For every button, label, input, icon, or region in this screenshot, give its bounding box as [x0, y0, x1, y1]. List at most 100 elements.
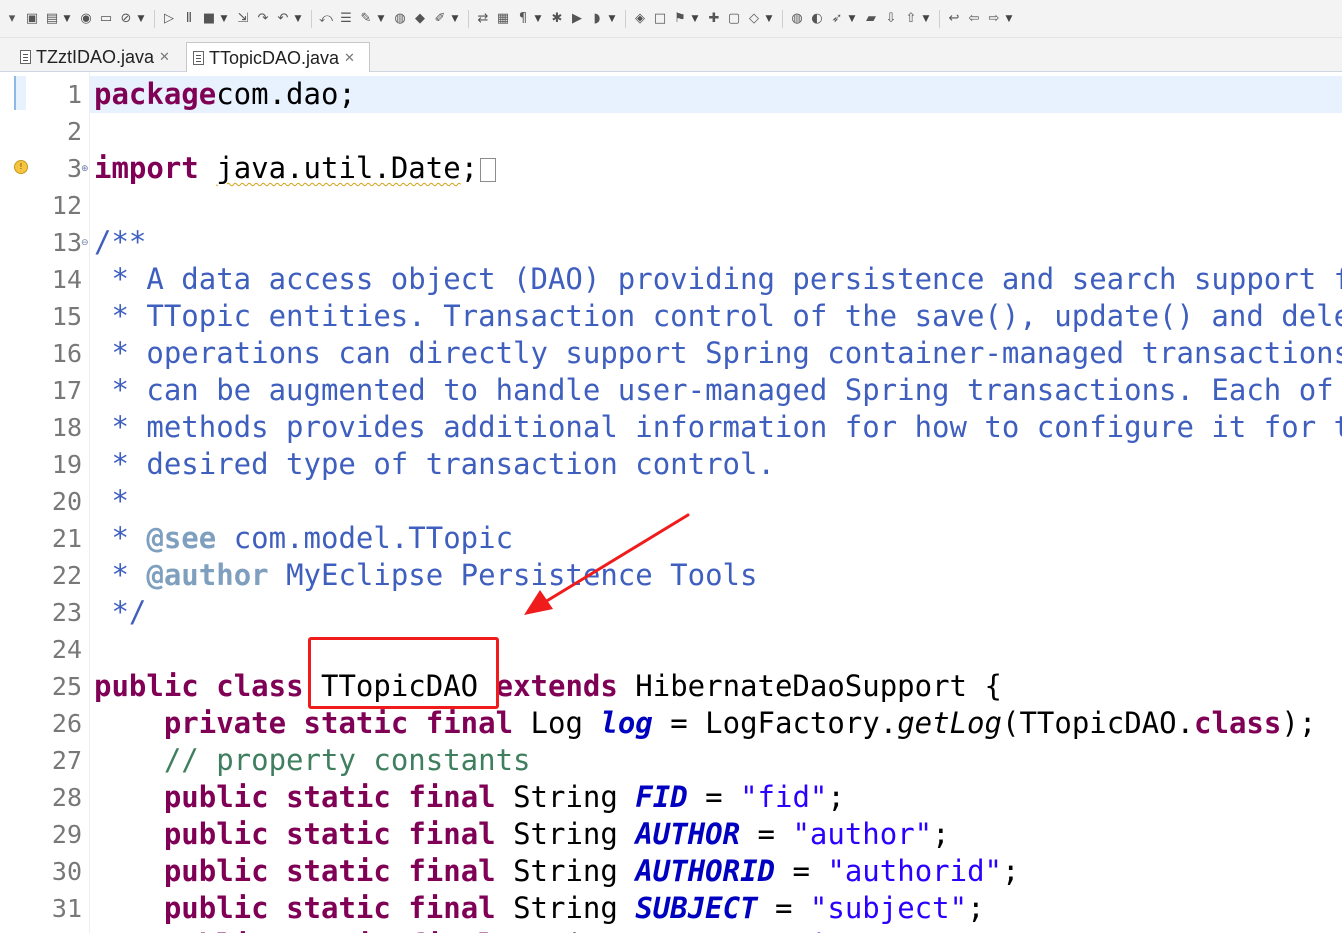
tab-tzztidao[interactable]: TZztIDAO.java ✕ — [14, 42, 184, 72]
run-as-icon[interactable]: ◗ — [587, 9, 607, 29]
code-line[interactable]: 31 public static final String SUBJECT = … — [0, 890, 1342, 927]
dropdown-arrow-icon[interactable]: ▼ — [376, 9, 386, 29]
collapse-fold-icon[interactable]: ⊖ — [81, 239, 89, 248]
compare-icon[interactable]: ⇄ — [473, 9, 493, 29]
terminate-icon[interactable]: ■ — [199, 9, 219, 29]
code-line[interactable]: 14 * A data access object (DAO) providin… — [0, 261, 1342, 298]
external-tools-icon[interactable]: ⚑ — [670, 9, 690, 29]
java-file-icon — [20, 50, 31, 64]
dropdown-arrow-icon[interactable]: ▼ — [921, 9, 931, 29]
folded-imports-box[interactable] — [480, 158, 497, 182]
close-icon[interactable]: ✕ — [159, 49, 170, 65]
code-line[interactable]: 18 * methods provides additional informa… — [0, 409, 1342, 446]
code-token: ; — [932, 817, 950, 851]
code-token: public — [163, 817, 269, 851]
forward-icon[interactable]: ⇨ — [984, 9, 1004, 29]
code-line[interactable]: 2 — [0, 113, 1342, 150]
save-icon[interactable]: ▣ — [22, 9, 42, 29]
close-icon[interactable]: ✕ — [344, 50, 355, 66]
suspend-icon[interactable]: Ⅱ — [179, 9, 199, 29]
code-line[interactable]: 19 * desired type of transaction control… — [0, 446, 1342, 483]
dropdown-arrow-icon[interactable]: ▼ — [219, 9, 229, 29]
code-line[interactable]: 3 ⊕! import java.util.Date; — [0, 150, 1342, 187]
block-selection-icon[interactable]: ▦ — [493, 9, 513, 29]
dropdown-arrow-icon[interactable]: ▼ — [450, 9, 460, 29]
step-return-icon[interactable]: ↶ — [273, 9, 293, 29]
step-icon[interactable]: ⇲ — [233, 9, 253, 29]
dropdown-arrow-icon[interactable]: ▼ — [293, 9, 303, 29]
line-number: 14 — [51, 265, 82, 294]
code-token: com.model.TTopic — [216, 521, 514, 555]
code-token: getLog — [897, 706, 1002, 740]
new-class-icon[interactable]: ◇ — [744, 9, 764, 29]
server-start-icon[interactable]: ◍ — [390, 9, 410, 29]
mark-occurrences-icon[interactable]: ✎ — [356, 9, 376, 29]
code-line[interactable]: 1 packagecom.dao; — [0, 76, 1342, 113]
code-token: final — [408, 854, 496, 888]
dropdown-arrow-icon[interactable]: ▼ — [607, 9, 617, 29]
open-folder-icon[interactable]: ◐ — [807, 9, 827, 29]
next-annotation-icon[interactable]: ⇩ — [881, 9, 901, 29]
tab-ttopicdao[interactable]: TTopicDAO.java ✕ — [186, 42, 370, 73]
warning-icon[interactable]: ! — [14, 160, 28, 174]
code-text: * desired type of transaction control. — [94, 446, 774, 483]
code-line[interactable]: 16 * operations can directly support Spr… — [0, 335, 1342, 372]
code-line[interactable]: 24 — [0, 631, 1342, 668]
dropdown-arrow-icon[interactable]: ▼ — [533, 9, 543, 29]
code-line[interactable]: 13 ⊖ /** — [0, 224, 1342, 261]
dropdown-arrow-icon[interactable]: ▼ — [764, 9, 774, 29]
open-explorer-icon[interactable]: ▰ — [861, 9, 881, 29]
coverage-icon[interactable]: ◈ — [630, 9, 650, 29]
code-line[interactable]: 27 // property constants — [0, 742, 1342, 779]
code-line[interactable]: 17 * can be augmented to handle user-man… — [0, 372, 1342, 409]
code-text: packagecom.dao; — [94, 76, 356, 113]
previous-annotation-icon[interactable]: ⇧ — [901, 9, 921, 29]
dropdown-arrow-icon[interactable]: ▼ — [690, 9, 700, 29]
save-all-icon[interactable]: ▤ — [42, 9, 62, 29]
new-package-icon[interactable]: ▢ — [724, 9, 744, 29]
code-line[interactable]: 15 * TTopic entities. Transaction contro… — [0, 298, 1342, 335]
code-line[interactable]: 23 */ — [0, 594, 1342, 631]
toggle-breadcrumb-icon[interactable]: ☰ — [336, 9, 356, 29]
last-edit-icon[interactable]: ↩ — [944, 9, 964, 29]
deploy-icon[interactable]: ➶ — [827, 9, 847, 29]
toolbar-separator — [154, 9, 155, 28]
new-wizard-icon[interactable]: ✚ — [704, 9, 724, 29]
code-line[interactable]: 29 public static final String AUTHOR = "… — [0, 816, 1342, 853]
toolbar-separator — [311, 9, 312, 28]
expand-fold-icon[interactable]: ⊕ — [81, 165, 89, 174]
debug-icon[interactable]: ✱ — [547, 9, 567, 29]
code-token: ; — [1002, 854, 1020, 888]
code-token: java.util.Date — [216, 151, 461, 185]
disconnect-icon[interactable]: ⊘ — [116, 9, 136, 29]
publish-icon[interactable]: ◉ — [76, 9, 96, 29]
code-line[interactable]: 32 public static final String VIEWS = "v… — [0, 927, 1342, 933]
code-line[interactable]: 22 * @author MyEclipse Persistence Tools — [0, 557, 1342, 594]
console-icon[interactable]: ▭ — [96, 9, 116, 29]
code-line[interactable]: 12 — [0, 187, 1342, 224]
code-line[interactable]: 21 * @see com.model.TTopic — [0, 520, 1342, 557]
run-icon[interactable]: ▶ — [567, 9, 587, 29]
code-line[interactable]: 28 public static final String FID = "fid… — [0, 779, 1342, 816]
dropdown-arrow-icon[interactable]: ▼ — [62, 9, 72, 29]
open-type-icon[interactable]: ◆ — [410, 9, 430, 29]
dropdown-arrow-icon[interactable]: ▼ — [847, 9, 857, 29]
code-line[interactable]: 20 * — [0, 483, 1342, 520]
open-project-icon[interactable]: ◍ — [787, 9, 807, 29]
code-line[interactable]: 30 public static final String AUTHORID =… — [0, 853, 1342, 890]
step-over-icon[interactable]: ↷ — [253, 9, 273, 29]
line-number: 31 — [51, 894, 82, 923]
resume-icon[interactable]: ▷ — [159, 9, 179, 29]
code-line[interactable]: 26 private static final Log log = LogFac… — [0, 705, 1342, 742]
highlight-icon[interactable]: ✐ — [430, 9, 450, 29]
code-editor[interactable]: 1 packagecom.dao; 2 3 ⊕! import java.util.Dat… — [0, 72, 1342, 933]
dropdown-arrow-icon[interactable]: ▼ — [136, 9, 146, 29]
back-icon[interactable]: ⇦ — [964, 9, 984, 29]
run-dropdown-icon[interactable]: ▾ — [2, 9, 22, 29]
dropdown-arrow-icon[interactable]: ▼ — [1004, 9, 1014, 29]
code-token: log — [600, 706, 653, 740]
code-line[interactable]: 25 public class TTopicDAO extends Hiberna… — [0, 668, 1342, 705]
stop-icon[interactable]: □ — [650, 9, 670, 29]
whitespace-icon[interactable]: ¶ — [513, 9, 533, 29]
drop-frame-icon[interactable]: ⤺ — [316, 9, 336, 29]
